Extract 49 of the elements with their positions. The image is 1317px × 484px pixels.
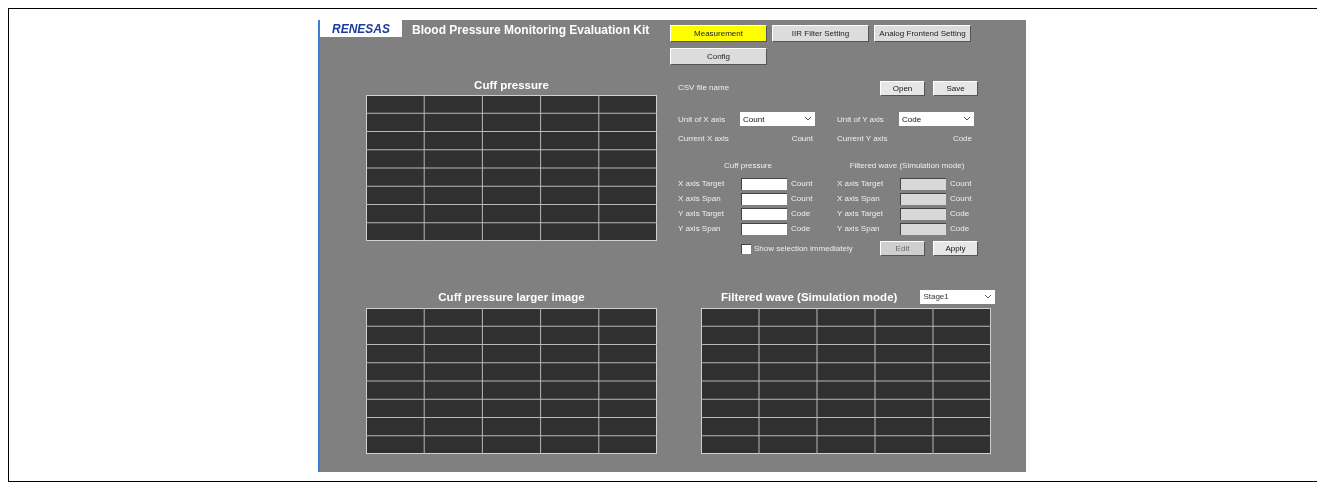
save-button[interactable]: Save	[933, 81, 978, 96]
input-field[interactable]	[741, 207, 787, 220]
input-field[interactable]	[741, 222, 787, 235]
field-label: X axis Target	[678, 179, 726, 188]
field-label: Current X axis	[678, 134, 729, 143]
field-label: X axis Span	[837, 194, 881, 203]
tab[interactable]: IIR Filter Setting	[772, 25, 869, 42]
chevron-down-icon	[963, 116, 971, 122]
field-label: Y axis Span	[837, 224, 881, 233]
tab[interactable]: Config	[670, 48, 767, 65]
unit-label: Count	[791, 194, 813, 203]
field-label: Y axis Target	[678, 209, 725, 218]
chart-title: Cuff pressure larger image	[438, 290, 585, 303]
input-field[interactable]	[741, 177, 787, 190]
field-label: CSV file name	[678, 83, 731, 92]
checkbox[interactable]	[741, 243, 751, 254]
unit-dropdown[interactable]: Code	[899, 112, 974, 126]
section-heading: Filtered wave (Simulation mode)	[848, 161, 966, 170]
unit-label: Code	[791, 224, 811, 233]
unit-label: Count	[950, 194, 972, 203]
chevron-down-icon	[804, 116, 812, 122]
stage-dropdown[interactable]: Stage1	[920, 289, 996, 304]
unit-label: Code	[950, 224, 970, 233]
tab[interactable]: Analog Frontend Setting	[874, 25, 971, 42]
field-label: X axis Span	[678, 194, 722, 203]
unit-label: Code	[791, 209, 811, 218]
chevron-down-icon	[984, 293, 993, 300]
open-button[interactable]: Open	[880, 81, 925, 96]
field-label: X axis Target	[837, 179, 885, 188]
field-label: Current Y axis	[837, 134, 888, 143]
field-label: Y axis Target	[837, 209, 884, 218]
field-label: Unit of Y axis	[837, 114, 885, 124]
unit-dropdown[interactable]: Count	[740, 112, 815, 126]
field-label: Unit of X axis	[678, 114, 727, 124]
unit-label: Code	[950, 209, 970, 218]
chart-title: Cuff pressure	[473, 79, 550, 91]
unit-label: Count	[950, 179, 972, 188]
section-heading: Cuff pressure	[723, 161, 773, 170]
field-value: Count	[791, 134, 813, 143]
input-field[interactable]	[741, 192, 787, 205]
field-label: Y axis Span	[678, 224, 722, 233]
checkbox-label: Show selection immediately	[754, 244, 853, 253]
tab[interactable]: Measurement	[670, 25, 767, 42]
field-value: Code	[952, 134, 972, 143]
app-title: Blood Pressure Monitoring Evaluation Kit	[412, 21, 650, 37]
unit-label: Count	[791, 179, 813, 188]
logo: RENESAS	[320, 20, 402, 37]
chart-title: Filtered wave (Simulation mode)	[721, 290, 898, 303]
apply-button[interactable]: Apply	[933, 241, 978, 256]
